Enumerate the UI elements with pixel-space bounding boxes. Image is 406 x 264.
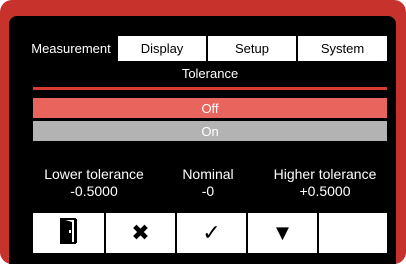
higher-tolerance-readout: Higher tolerance +0.5000 <box>262 166 388 200</box>
nominal-label: Nominal <box>182 166 234 182</box>
higher-tolerance-value: +0.5000 <box>299 183 351 199</box>
confirm-check-icon: ✓ <box>202 220 221 245</box>
down-button[interactable]: ▼ <box>246 213 317 253</box>
section-divider <box>33 87 387 90</box>
down-triangle-icon: ▼ <box>271 220 294 245</box>
tab-bar: Measurement Display Setup System <box>26 36 387 61</box>
lower-tolerance-value: -0.5000 <box>70 183 118 199</box>
nominal-value: -0 <box>201 183 215 199</box>
tab-measurement[interactable]: Measurement <box>26 36 116 61</box>
lower-tolerance-label: Lower tolerance <box>44 166 144 182</box>
exit-door-icon <box>59 217 78 249</box>
confirm-button[interactable]: ✓ <box>175 213 246 253</box>
cancel-x-icon: ✖ <box>131 220 150 245</box>
higher-tolerance-label: Higher tolerance <box>273 166 377 182</box>
blank-softkey[interactable] <box>317 213 387 253</box>
tab-system[interactable]: System <box>296 36 387 61</box>
exit-button[interactable] <box>33 213 104 253</box>
option-on[interactable]: On <box>33 121 387 141</box>
section-title: Tolerance <box>181 65 239 81</box>
softkey-row: ✖ ✓ ▼ <box>33 213 387 253</box>
lower-tolerance-readout: Lower tolerance -0.5000 <box>28 166 160 200</box>
option-off[interactable]: Off <box>33 98 387 118</box>
nominal-readout: Nominal -0 <box>165 166 251 200</box>
tab-setup[interactable]: Setup <box>206 36 296 61</box>
cancel-button[interactable]: ✖ <box>104 213 175 253</box>
tab-display[interactable]: Display <box>116 36 206 61</box>
